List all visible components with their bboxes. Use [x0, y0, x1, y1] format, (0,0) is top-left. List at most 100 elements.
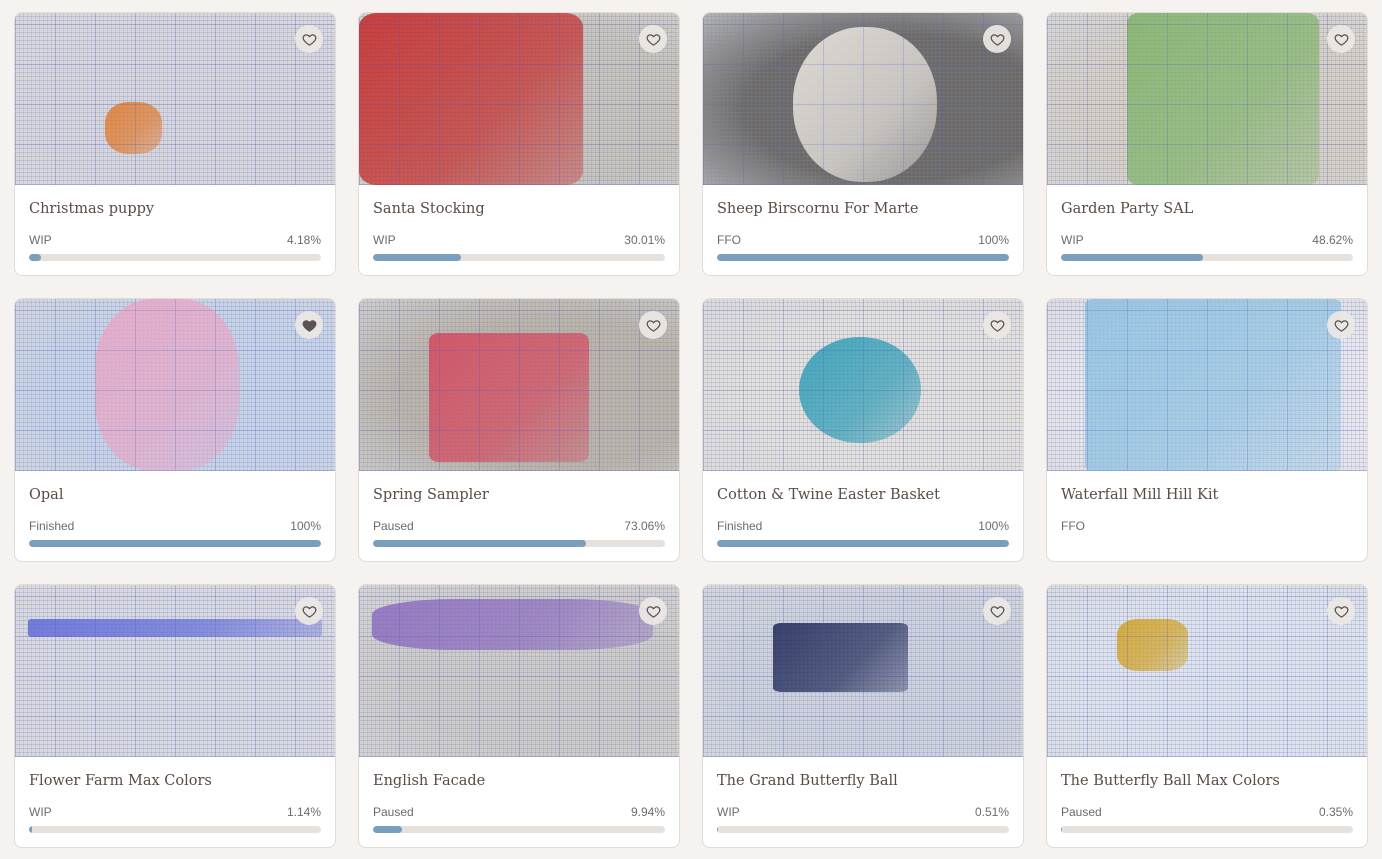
heart-icon	[1334, 33, 1348, 46]
project-title[interactable]: The Grand Butterfly Ball	[717, 773, 898, 789]
heart-icon	[1334, 605, 1348, 618]
progress-bar	[373, 254, 665, 261]
progress-bar	[717, 540, 1009, 547]
progress-percent: 4.18%	[286, 233, 321, 247]
favorite-button[interactable]	[983, 25, 1011, 53]
project-status: WIP	[29, 805, 52, 819]
progress-percent: 30.01%	[624, 233, 665, 247]
project-card[interactable]: Garden Party SAL WIP 48.62%	[1046, 12, 1368, 276]
project-status: Finished	[717, 519, 763, 533]
project-card[interactable]: The Butterfly Ball Max Colors Paused 0.35%	[1046, 584, 1368, 848]
heart-icon	[302, 605, 316, 618]
progress-bar	[373, 826, 665, 833]
favorite-button[interactable]	[983, 597, 1011, 625]
project-thumbnail	[1047, 585, 1367, 757]
heart-icon	[646, 319, 660, 332]
stitch-artwork	[371, 598, 654, 651]
project-title[interactable]: Waterfall Mill Hill Kit	[1061, 487, 1218, 503]
project-title[interactable]: Christmas puppy	[29, 201, 154, 217]
favorite-button[interactable]	[1327, 311, 1355, 339]
progress-bar	[717, 826, 1009, 833]
project-status: FFO	[717, 233, 741, 247]
stitch-artwork	[1085, 299, 1342, 471]
project-card[interactable]: The Grand Butterfly Ball WIP 0.51%	[702, 584, 1024, 848]
progress-bar	[1061, 254, 1353, 261]
progress-percent: 0.35%	[1318, 805, 1353, 819]
progress-fill	[717, 254, 1009, 261]
stitch-artwork	[799, 336, 921, 444]
favorite-button[interactable]	[1327, 25, 1355, 53]
stitch-artwork	[792, 26, 937, 182]
progress-fill	[29, 254, 42, 261]
favorite-button[interactable]	[295, 25, 323, 53]
project-card[interactable]: Cotton & Twine Easter Basket Finished 100%	[702, 298, 1024, 562]
project-thumbnail	[15, 585, 335, 757]
project-card[interactable]: Waterfall Mill Hill Kit FFO	[1046, 298, 1368, 562]
project-card[interactable]: Santa Stocking WIP 30.01%	[358, 12, 680, 276]
project-title[interactable]: English Facade	[373, 773, 485, 789]
project-status: WIP	[373, 233, 396, 247]
progress-percent: 100%	[978, 519, 1009, 533]
progress-percent: 9.94%	[630, 805, 665, 819]
progress-bar	[29, 826, 321, 833]
progress-bar	[29, 254, 321, 261]
progress-percent: 0.51%	[974, 805, 1009, 819]
progress-percent: 48.62%	[1312, 233, 1353, 247]
project-card[interactable]: Christmas puppy WIP 4.18%	[14, 12, 336, 276]
progress-fill	[1061, 254, 1203, 261]
project-title[interactable]: The Butterfly Ball Max Colors	[1061, 773, 1280, 789]
project-status: FFO	[1061, 519, 1085, 533]
favorite-button[interactable]	[983, 311, 1011, 339]
stitch-artwork	[1117, 619, 1188, 671]
stitch-artwork	[27, 619, 323, 637]
favorite-button[interactable]	[1327, 597, 1355, 625]
progress-fill	[717, 826, 719, 833]
project-status: Paused	[1061, 805, 1102, 819]
project-thumbnail	[703, 585, 1023, 757]
progress-fill	[1061, 826, 1063, 833]
favorite-button[interactable]	[295, 311, 323, 339]
favorite-button[interactable]	[639, 25, 667, 53]
heart-icon	[302, 33, 316, 46]
project-thumbnail	[1047, 13, 1367, 185]
project-thumbnail	[703, 299, 1023, 471]
project-title[interactable]: Garden Party SAL	[1061, 201, 1193, 217]
progress-bar	[373, 540, 665, 547]
project-title[interactable]: Sheep Birscornu For Marte	[717, 201, 918, 217]
project-status: WIP	[1061, 233, 1084, 247]
project-status: Finished	[29, 519, 75, 533]
heart-icon	[990, 605, 1004, 618]
project-card[interactable]: Opal Finished 100%	[14, 298, 336, 562]
project-grid: Christmas puppy WIP 4.18% Santa Stocking WIP…	[14, 12, 1368, 848]
project-thumbnail	[15, 13, 335, 185]
project-status: Paused	[373, 805, 414, 819]
project-status: WIP	[29, 233, 52, 247]
stitch-artwork	[429, 333, 590, 463]
favorite-button[interactable]	[639, 597, 667, 625]
project-title[interactable]: Flower Farm Max Colors	[29, 773, 212, 789]
heart-icon	[1334, 319, 1348, 332]
project-card[interactable]: Spring Sampler Paused 73.06%	[358, 298, 680, 562]
favorite-button[interactable]	[295, 597, 323, 625]
progress-bar	[717, 254, 1009, 261]
progress-bar	[29, 540, 321, 547]
project-status: Paused	[373, 519, 414, 533]
project-thumbnail	[359, 585, 679, 757]
project-title[interactable]: Santa Stocking	[373, 201, 485, 217]
progress-fill	[373, 254, 461, 261]
project-title[interactable]: Spring Sampler	[373, 487, 489, 503]
progress-fill	[373, 540, 587, 547]
project-card[interactable]: English Facade Paused 9.94%	[358, 584, 680, 848]
favorite-button[interactable]	[639, 311, 667, 339]
project-card[interactable]: Flower Farm Max Colors WIP 1.14%	[14, 584, 336, 848]
project-thumbnail	[359, 299, 679, 471]
stitch-artwork	[104, 102, 163, 155]
heart-icon	[990, 319, 1004, 332]
heart-icon	[302, 319, 316, 332]
project-thumbnail	[1047, 299, 1367, 471]
project-card[interactable]: Sheep Birscornu For Marte FFO 100%	[702, 12, 1024, 276]
project-title[interactable]: Cotton & Twine Easter Basket	[717, 487, 940, 503]
stitch-artwork	[95, 299, 239, 471]
project-thumbnail	[15, 299, 335, 471]
project-title[interactable]: Opal	[29, 487, 63, 503]
